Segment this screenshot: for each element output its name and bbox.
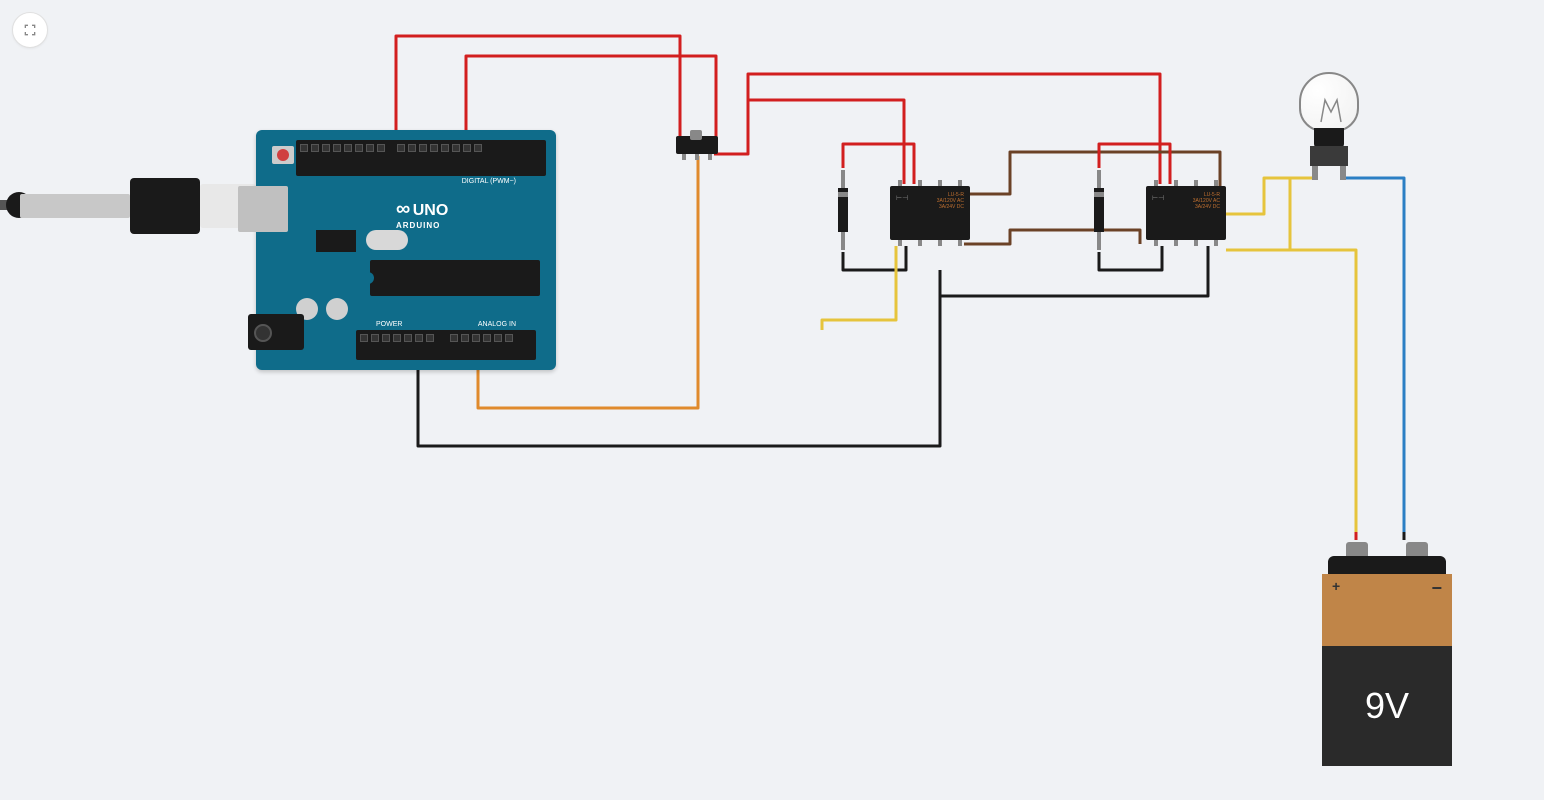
power-label: POWER xyxy=(376,321,402,328)
battery-top-band: + − xyxy=(1322,574,1452,646)
arduino-power-analog-header[interactable] xyxy=(356,330,536,360)
arduino-uno[interactable]: DIGITAL (PWM~) ∞ UNO ARDUINO POWER ANALO… xyxy=(256,130,556,370)
relay1-spec: LU-5-R 3A/120V AC 3A/24V DC xyxy=(937,192,964,210)
bulb-glass xyxy=(1299,72,1359,132)
battery-cap xyxy=(1328,556,1446,574)
bulb-terminals xyxy=(1312,166,1346,180)
relay-symbol-icon: ⊢⊣ xyxy=(1152,194,1164,202)
bulb-neck xyxy=(1314,128,1344,148)
arduino-reset-button[interactable] xyxy=(272,146,294,164)
battery-plus: + xyxy=(1332,578,1340,594)
usb-wire xyxy=(20,194,130,218)
circuit-canvas[interactable]: DIGITAL (PWM~) ∞ UNO ARDUINO POWER ANALO… xyxy=(0,0,1544,800)
relay2-spec: LU-5-R 3A/120V AC 3A/24V DC xyxy=(1193,192,1220,210)
analog-label: ANALOG IN xyxy=(478,321,516,328)
battery-minus: − xyxy=(1431,578,1442,599)
battery-label: 9V xyxy=(1365,685,1409,727)
diode-2[interactable] xyxy=(1094,188,1104,232)
arduino-atmega-chip xyxy=(370,260,540,296)
arduino-crystal xyxy=(366,230,408,250)
relay-2[interactable]: ⊢⊣ LU-5-R 3A/120V AC 3A/24V DC xyxy=(1146,186,1226,240)
arduino-digital-header[interactable] xyxy=(296,140,546,176)
slide-switch[interactable] xyxy=(676,136,718,154)
arduino-usb-port xyxy=(238,186,288,232)
bulb-base xyxy=(1310,146,1348,166)
light-bulb[interactable] xyxy=(1294,72,1364,202)
arduino-model: UNO xyxy=(413,202,449,219)
usb-connector-body xyxy=(130,178,200,234)
battery-body: 9V xyxy=(1322,646,1452,766)
relay-symbol-icon: ⊢⊣ xyxy=(896,194,908,202)
digital-label: DIGITAL (PWM~) xyxy=(462,178,516,185)
arduino-logo: ∞ UNO ARDUINO xyxy=(396,198,448,230)
battery-9v[interactable]: + − 9V xyxy=(1322,556,1452,766)
arduino-brand: ARDUINO xyxy=(396,221,448,230)
fullscreen-button[interactable] xyxy=(12,12,48,48)
arduino-small-chip xyxy=(316,230,356,252)
usb-cable[interactable] xyxy=(0,170,256,230)
fullscreen-icon xyxy=(22,22,38,38)
arduino-dc-jack xyxy=(248,314,304,350)
filament-icon xyxy=(1303,76,1359,132)
diode-1[interactable] xyxy=(838,188,848,232)
relay-1[interactable]: ⊢⊣ LU-5-R 3A/120V AC 3A/24V DC xyxy=(890,186,970,240)
